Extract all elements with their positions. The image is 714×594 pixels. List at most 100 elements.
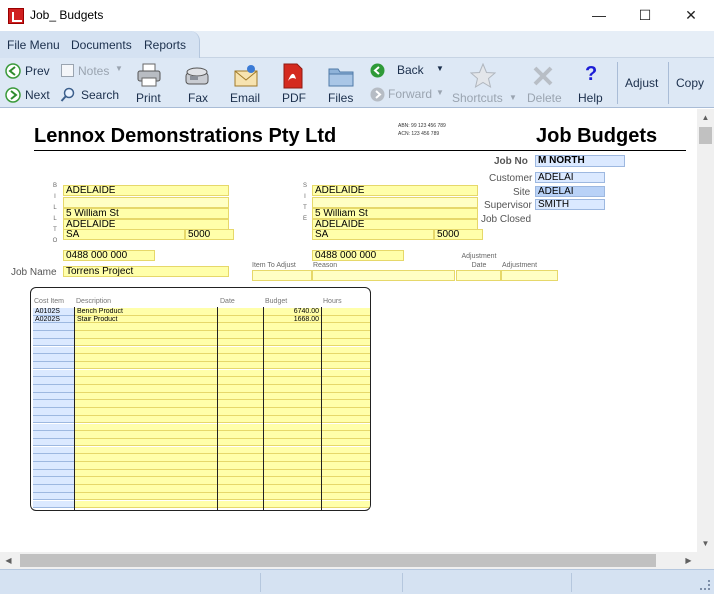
cell-cost-item[interactable] — [33, 454, 74, 462]
cell-cost-item[interactable] — [33, 346, 74, 354]
back-button[interactable]: Back ▼ — [368, 62, 446, 80]
cell-date[interactable] — [218, 423, 263, 431]
cell-hours[interactable] — [322, 361, 370, 370]
cell-date[interactable] — [218, 500, 263, 508]
cell-cost-item[interactable] — [33, 492, 74, 501]
cell-budget[interactable] — [264, 462, 321, 470]
cell-date[interactable] — [218, 408, 263, 416]
search-button[interactable]: Search — [59, 87, 125, 105]
cell-cost-item[interactable] — [33, 477, 74, 485]
bill-to-line1[interactable]: ADELAIDE — [63, 185, 229, 196]
cell-budget[interactable] — [264, 346, 321, 354]
cell-budget[interactable] — [264, 369, 321, 378]
cell-budget[interactable] — [264, 438, 321, 447]
cell-budget[interactable] — [264, 408, 321, 416]
cell-date[interactable] — [218, 346, 263, 354]
cell-hours[interactable] — [322, 431, 370, 439]
cell-date[interactable] — [218, 323, 263, 331]
cell-date[interactable] — [218, 392, 263, 401]
cell-date[interactable] — [218, 400, 263, 408]
cell-cost-item[interactable] — [33, 469, 74, 478]
cell-date[interactable] — [218, 492, 263, 501]
item-to-adjust-field[interactable] — [252, 270, 312, 281]
cell-cost-item[interactable] — [33, 462, 74, 470]
customer-field[interactable]: ADELAI — [535, 172, 605, 183]
pdf-button[interactable]: PDF — [276, 60, 310, 106]
cell-hours[interactable] — [322, 485, 370, 493]
print-button[interactable]: Print — [130, 60, 168, 106]
bill-to-line3[interactable]: 5 William St — [63, 208, 229, 219]
cell-cost-item[interactable] — [33, 415, 74, 424]
cell-hours[interactable] — [322, 331, 370, 339]
close-button[interactable]: ✕ — [668, 0, 714, 31]
cell-cost-item[interactable] — [33, 500, 74, 508]
cell-budget[interactable] — [264, 485, 321, 493]
cell-cost-item[interactable] — [33, 354, 74, 362]
cell-budget[interactable] — [264, 361, 321, 370]
cell-cost-item[interactable] — [33, 369, 74, 378]
cell-date[interactable] — [218, 454, 263, 462]
cell-hours[interactable] — [322, 415, 370, 424]
reason-field[interactable] — [312, 270, 455, 281]
cell-hours[interactable] — [322, 377, 370, 385]
email-button[interactable]: Email — [226, 60, 266, 106]
cell-description[interactable] — [75, 492, 217, 501]
scroll-right-arrow-icon[interactable]: ▶ — [680, 552, 697, 569]
help-button[interactable]: ? Help — [574, 60, 610, 106]
cell-budget[interactable] — [264, 423, 321, 431]
cell-budget[interactable] — [264, 454, 321, 462]
cell-date[interactable] — [218, 385, 263, 393]
cell-cost-item[interactable] — [33, 323, 74, 331]
cell-date[interactable] — [218, 477, 263, 485]
cell-date[interactable] — [218, 361, 263, 370]
cell-cost-item[interactable] — [33, 446, 74, 455]
job-no-field[interactable]: M NORTH — [535, 155, 625, 167]
cell-cost-item[interactable] — [33, 485, 74, 493]
cell-hours[interactable] — [322, 500, 370, 508]
cell-cost-item[interactable] — [33, 408, 74, 416]
cell-description[interactable] — [75, 392, 217, 401]
cell-budget[interactable] — [264, 415, 321, 424]
cell-description[interactable] — [75, 423, 217, 431]
cell-budget[interactable] — [264, 469, 321, 478]
cell-description[interactable] — [75, 462, 217, 470]
resize-grip-icon[interactable] — [700, 580, 710, 590]
site-phone[interactable]: 0488 000 000 — [312, 250, 404, 261]
cell-hours[interactable] — [322, 315, 370, 324]
site-line2[interactable] — [312, 197, 478, 208]
cell-hours[interactable] — [322, 477, 370, 485]
vertical-scrollbar[interactable]: ▲ ▼ — [697, 109, 714, 552]
cell-cost-item[interactable] — [33, 331, 74, 339]
cell-budget[interactable] — [264, 492, 321, 501]
cell-budget[interactable] — [264, 377, 321, 385]
cell-cost-item[interactable] — [33, 438, 74, 447]
cell-hours[interactable] — [322, 323, 370, 331]
cell-budget[interactable] — [264, 385, 321, 393]
supervisor-field[interactable]: SMITH — [535, 199, 605, 210]
cell-description[interactable] — [75, 369, 217, 378]
cell-date[interactable] — [218, 354, 263, 362]
cell-date[interactable] — [218, 462, 263, 470]
cell-date[interactable] — [218, 308, 263, 316]
maximize-button[interactable]: ☐ — [622, 0, 668, 31]
cell-description[interactable] — [75, 431, 217, 439]
job-name-field[interactable]: Torrens Project — [63, 266, 229, 277]
cell-cost-item[interactable] — [33, 392, 74, 401]
cell-hours[interactable] — [322, 462, 370, 470]
cell-hours[interactable] — [322, 385, 370, 393]
cell-cost-item[interactable] — [33, 377, 74, 385]
scroll-down-arrow-icon[interactable]: ▼ — [697, 535, 714, 552]
cell-date[interactable] — [218, 469, 263, 478]
menu-reports[interactable]: Reports — [144, 38, 186, 52]
cell-budget[interactable] — [264, 500, 321, 508]
adjustment-field[interactable] — [501, 270, 558, 281]
cell-date[interactable] — [218, 338, 263, 347]
cell-hours[interactable] — [322, 354, 370, 362]
cell-hours[interactable] — [322, 346, 370, 354]
cell-cost-item[interactable] — [33, 400, 74, 408]
cell-cost-item[interactable] — [33, 385, 74, 393]
cell-budget[interactable] — [264, 323, 321, 331]
copy-button[interactable]: Copy — [676, 76, 704, 90]
shortcuts-button[interactable]: Shortcuts ▼ — [450, 60, 520, 106]
scroll-left-arrow-icon[interactable]: ◀ — [0, 552, 17, 569]
